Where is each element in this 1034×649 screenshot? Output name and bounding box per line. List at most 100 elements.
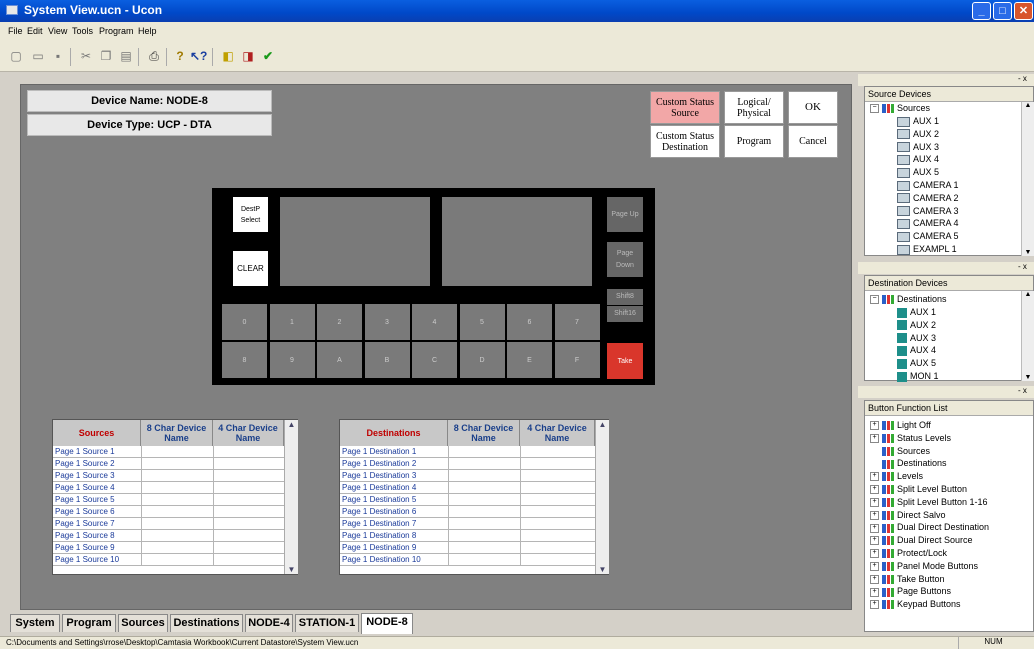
device-name-8char-cell[interactable] xyxy=(448,518,520,529)
scroll-up-icon[interactable]: ▲ xyxy=(285,420,298,429)
tree-item[interactable]: EXAMPL 1 xyxy=(897,243,957,255)
table-row[interactable]: Page 1 Destination 3 xyxy=(340,470,595,482)
function-item[interactable]: + Light Off xyxy=(870,419,931,431)
open-folder-icon[interactable]: ▭ xyxy=(30,48,46,64)
tree-item[interactable]: AUX 5 xyxy=(897,357,936,369)
keypad-key-b[interactable]: B xyxy=(364,342,410,378)
destination-devices-scrollbar[interactable]: ▲ ▼ xyxy=(1021,291,1034,381)
table-row[interactable]: Page 1 Destination 9 xyxy=(340,542,595,554)
device-name-8char-cell[interactable] xyxy=(448,494,520,505)
4char-column-header[interactable]: 4 Char Device Name xyxy=(520,420,595,446)
device-name-4char-cell[interactable] xyxy=(213,530,284,541)
function-item[interactable]: + Levels xyxy=(870,470,923,482)
tab-sources[interactable]: Sources xyxy=(118,614,168,632)
expand-icon[interactable]: + xyxy=(870,497,879,507)
4char-column-header[interactable]: 4 Char Device Name xyxy=(213,420,284,446)
table-row[interactable]: Page 1 Source 9 xyxy=(53,542,284,554)
function-item[interactable]: + Split Level Button xyxy=(870,483,967,495)
scroll-down-icon[interactable]: ▼ xyxy=(285,565,298,574)
sources-tree-root[interactable]: − Sources xyxy=(870,102,930,114)
scroll-down-icon[interactable]: ▼ xyxy=(1022,374,1034,381)
table-row[interactable]: Page 1 Destination 8 xyxy=(340,530,595,542)
device-name-8char-cell[interactable] xyxy=(141,446,213,457)
table-row[interactable]: Page 1 Destination 7 xyxy=(340,518,595,530)
menu-edit[interactable]: Edit xyxy=(27,26,43,36)
menu-tools[interactable]: Tools xyxy=(72,26,93,36)
collapse-icon[interactable]: − xyxy=(870,295,879,305)
function-item[interactable]: + Page Buttons xyxy=(870,585,951,597)
context-help-icon[interactable]: ↖? xyxy=(190,48,207,64)
table-row[interactable]: Page 1 Destination 6 xyxy=(340,506,595,518)
tree-item[interactable]: AUX 2 xyxy=(897,319,936,331)
device-name-8char-cell[interactable] xyxy=(141,458,213,469)
device-name-8char-cell[interactable] xyxy=(141,518,213,529)
tree-item[interactable]: AUX 2 xyxy=(897,128,939,140)
expand-icon[interactable]: + xyxy=(870,574,879,584)
keypad-key-8[interactable]: 8 xyxy=(222,342,267,378)
expand-icon[interactable]: + xyxy=(870,472,879,482)
shift8-button[interactable]: Shift8 xyxy=(607,289,643,305)
keypad-key-d[interactable]: D xyxy=(459,342,505,378)
device-name-8char-cell[interactable] xyxy=(141,542,213,553)
print-icon[interactable]: ⎙ xyxy=(146,48,162,64)
scroll-up-icon[interactable]: ▲ xyxy=(1022,291,1034,298)
tree-item[interactable]: AUX 3 xyxy=(897,141,939,153)
8char-column-header[interactable]: 8 Char Device Name xyxy=(448,420,520,446)
keypad-key-2[interactable]: 2 xyxy=(317,304,362,340)
keypad-key-1[interactable]: 1 xyxy=(269,304,315,340)
tab-node-4[interactable]: NODE-4 xyxy=(245,614,293,632)
function-item[interactable]: +Destinations xyxy=(870,457,947,469)
table-row[interactable]: Page 1 Source 8 xyxy=(53,530,284,542)
scroll-down-icon[interactable]: ▼ xyxy=(596,565,609,574)
tab-node-8[interactable]: NODE-8 xyxy=(361,613,413,634)
device-name-4char-cell[interactable] xyxy=(520,470,595,481)
tree-item[interactable]: CAMERA 1 xyxy=(897,179,959,191)
device-name-8char-cell[interactable] xyxy=(448,482,520,493)
expand-icon[interactable]: + xyxy=(870,510,879,520)
device-name-4char-cell[interactable] xyxy=(520,446,595,457)
table-row[interactable]: Page 1 Source 5 xyxy=(53,494,284,506)
table-row[interactable]: Page 1 Source 2 xyxy=(53,458,284,470)
device-name-4char-cell[interactable] xyxy=(213,518,284,529)
function-item[interactable]: + Dual Direct Destination xyxy=(870,521,989,533)
tree-item[interactable]: AUX 4 xyxy=(897,344,936,357)
new-file-icon[interactable]: ▢ xyxy=(8,48,24,64)
device-name-4char-cell[interactable] xyxy=(213,542,284,553)
tree-item[interactable]: AUX 4 xyxy=(897,153,939,166)
function-item[interactable]: + Direct Salvo xyxy=(870,509,946,521)
device-name-4char-cell[interactable] xyxy=(520,482,595,493)
device-name-4char-cell[interactable] xyxy=(213,470,284,481)
keypad-key-e[interactable]: E xyxy=(507,342,552,378)
table-row[interactable]: Page 1 Destination 2 xyxy=(340,458,595,470)
device-name-8char-cell[interactable] xyxy=(141,530,213,541)
maximize-button[interactable]: □ xyxy=(993,2,1012,20)
device-name-4char-cell[interactable] xyxy=(520,542,595,553)
table-row[interactable]: Page 1 Destination 4 xyxy=(340,482,595,494)
keypad-key-0[interactable]: 0 xyxy=(222,304,267,340)
custom-status-source-button[interactable]: Custom Status Source xyxy=(650,91,720,124)
function-item[interactable]: + Take Button xyxy=(870,573,945,585)
close-button[interactable]: ✕ xyxy=(1014,2,1033,20)
tree-item[interactable]: MON 1 xyxy=(897,370,939,382)
copy-icon[interactable]: ❐ xyxy=(98,48,114,64)
device-name-8char-cell[interactable] xyxy=(141,554,213,565)
device-name-4char-cell[interactable] xyxy=(520,458,595,469)
destinations-column-header[interactable]: Destinations xyxy=(340,420,448,446)
device-name-8char-cell[interactable] xyxy=(141,470,213,481)
device-name-4char-cell[interactable] xyxy=(520,530,595,541)
keypad-key-6[interactable]: 6 xyxy=(507,304,552,340)
clear-button[interactable]: CLEAR xyxy=(233,251,268,286)
device-name-4char-cell[interactable] xyxy=(213,554,284,565)
device-name-4char-cell[interactable] xyxy=(213,458,284,469)
keypad-key-a[interactable]: A xyxy=(317,342,362,378)
function-item[interactable]: + Keypad Buttons xyxy=(870,598,961,610)
expand-icon[interactable]: + xyxy=(870,549,879,559)
shift16-button[interactable]: Shift16 xyxy=(607,306,643,322)
8char-column-header[interactable]: 8 Char Device Name xyxy=(141,420,213,446)
device-name-4char-cell[interactable] xyxy=(213,506,284,517)
function-item[interactable]: + Status Levels xyxy=(870,432,951,444)
table-row[interactable]: Page 1 Source 1 xyxy=(53,446,284,458)
table-row[interactable]: Page 1 Destination 5 xyxy=(340,494,595,506)
table-row[interactable]: Page 1 Destination 1 xyxy=(340,446,595,458)
expand-icon[interactable]: + xyxy=(870,433,879,443)
